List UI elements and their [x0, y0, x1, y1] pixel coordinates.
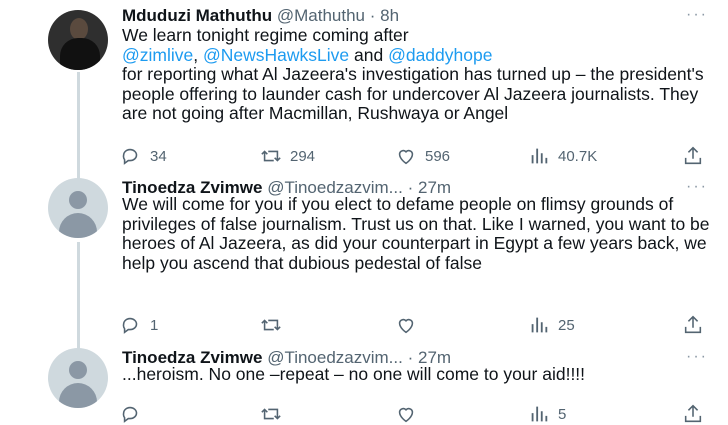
tweet[interactable]: Tinoedza Zvimwe @Tinoedzazvim... · 27m ·…: [0, 175, 728, 345]
reply-button[interactable]: [120, 403, 150, 425]
retweet-button[interactable]: 294: [260, 145, 315, 167]
mention-link[interactable]: @daddyhope: [388, 45, 492, 65]
reply-icon: [122, 148, 138, 165]
views-icon: [531, 317, 548, 333]
like-button[interactable]: [395, 314, 425, 336]
reply-count: 1: [150, 316, 159, 334]
share-icon: [684, 146, 702, 165]
reply-icon: [122, 317, 138, 334]
view-count: 25: [558, 316, 575, 334]
action-bar: 5: [120, 403, 710, 425]
tweet-text-body: for reporting what Al Jazeera's investig…: [122, 64, 704, 123]
like-count: 596: [425, 147, 451, 165]
retweet-icon: [261, 408, 281, 420]
tweet-text: We will come for you if you elect to def…: [122, 194, 710, 273]
reply-button[interactable]: 1: [120, 314, 158, 336]
reply-count: 34: [150, 147, 167, 165]
views-icon: [531, 148, 548, 164]
mention-link[interactable]: @zimlive: [122, 45, 193, 65]
share-icon: [684, 404, 702, 423]
reply-icon: [122, 406, 138, 423]
share-button[interactable]: [682, 314, 704, 336]
mentions-line: @zimlive, @NewsHawksLive and @daddyhope: [122, 44, 493, 65]
heart-icon: [398, 407, 414, 423]
heart-icon: [398, 318, 414, 334]
retweet-button[interactable]: [260, 314, 290, 336]
views-button[interactable]: 5: [528, 403, 566, 425]
tweet-text: We learn tonight regime coming after @zi…: [122, 25, 712, 124]
avatar[interactable]: [48, 10, 108, 70]
more-icon[interactable]: ···: [686, 348, 708, 366]
author-name[interactable]: Mduduzi Mathuthu: [122, 6, 272, 25]
timestamp[interactable]: 8h: [380, 6, 399, 25]
like-button[interactable]: 596: [395, 145, 450, 167]
tweet-text: ...heroism. No one –repeat – no one will…: [122, 364, 586, 384]
views-icon: [531, 406, 548, 422]
separator: ·: [369, 6, 376, 25]
action-bar: 34 294 596 40.7K: [120, 145, 710, 167]
action-bar: 1 25: [120, 314, 710, 336]
tweet[interactable]: Mduduzi Mathuthu @Mathuthu · 8h ··· We l…: [0, 0, 728, 175]
tweet[interactable]: Tinoedza Zvimwe @Tinoedzazvim... · 27m ·…: [0, 345, 728, 423]
more-icon[interactable]: ···: [686, 6, 708, 24]
views-button[interactable]: 40.7K: [528, 145, 597, 167]
share-icon: [684, 315, 702, 334]
mention-link[interactable]: @NewsHawksLive: [203, 45, 349, 65]
retweet-icon: [261, 319, 281, 331]
heart-icon: [398, 149, 414, 165]
retweet-icon: [261, 150, 281, 162]
share-button[interactable]: [682, 403, 704, 425]
author-handle[interactable]: @Mathuthu: [277, 6, 365, 25]
avatar[interactable]: [48, 348, 108, 408]
views-button[interactable]: 25: [528, 314, 575, 336]
tweet-header: Mduduzi Mathuthu @Mathuthu · 8h: [122, 6, 399, 26]
reply-button[interactable]: 34: [120, 145, 167, 167]
more-icon[interactable]: ···: [686, 178, 708, 196]
retweet-count: 294: [290, 147, 316, 165]
view-count: 40.7K: [558, 147, 598, 165]
tweet-text-line: We learn tonight regime coming after: [122, 25, 409, 45]
like-button[interactable]: [395, 403, 425, 425]
retweet-button[interactable]: [260, 403, 290, 425]
avatar[interactable]: [48, 178, 108, 238]
share-button[interactable]: [682, 145, 704, 167]
